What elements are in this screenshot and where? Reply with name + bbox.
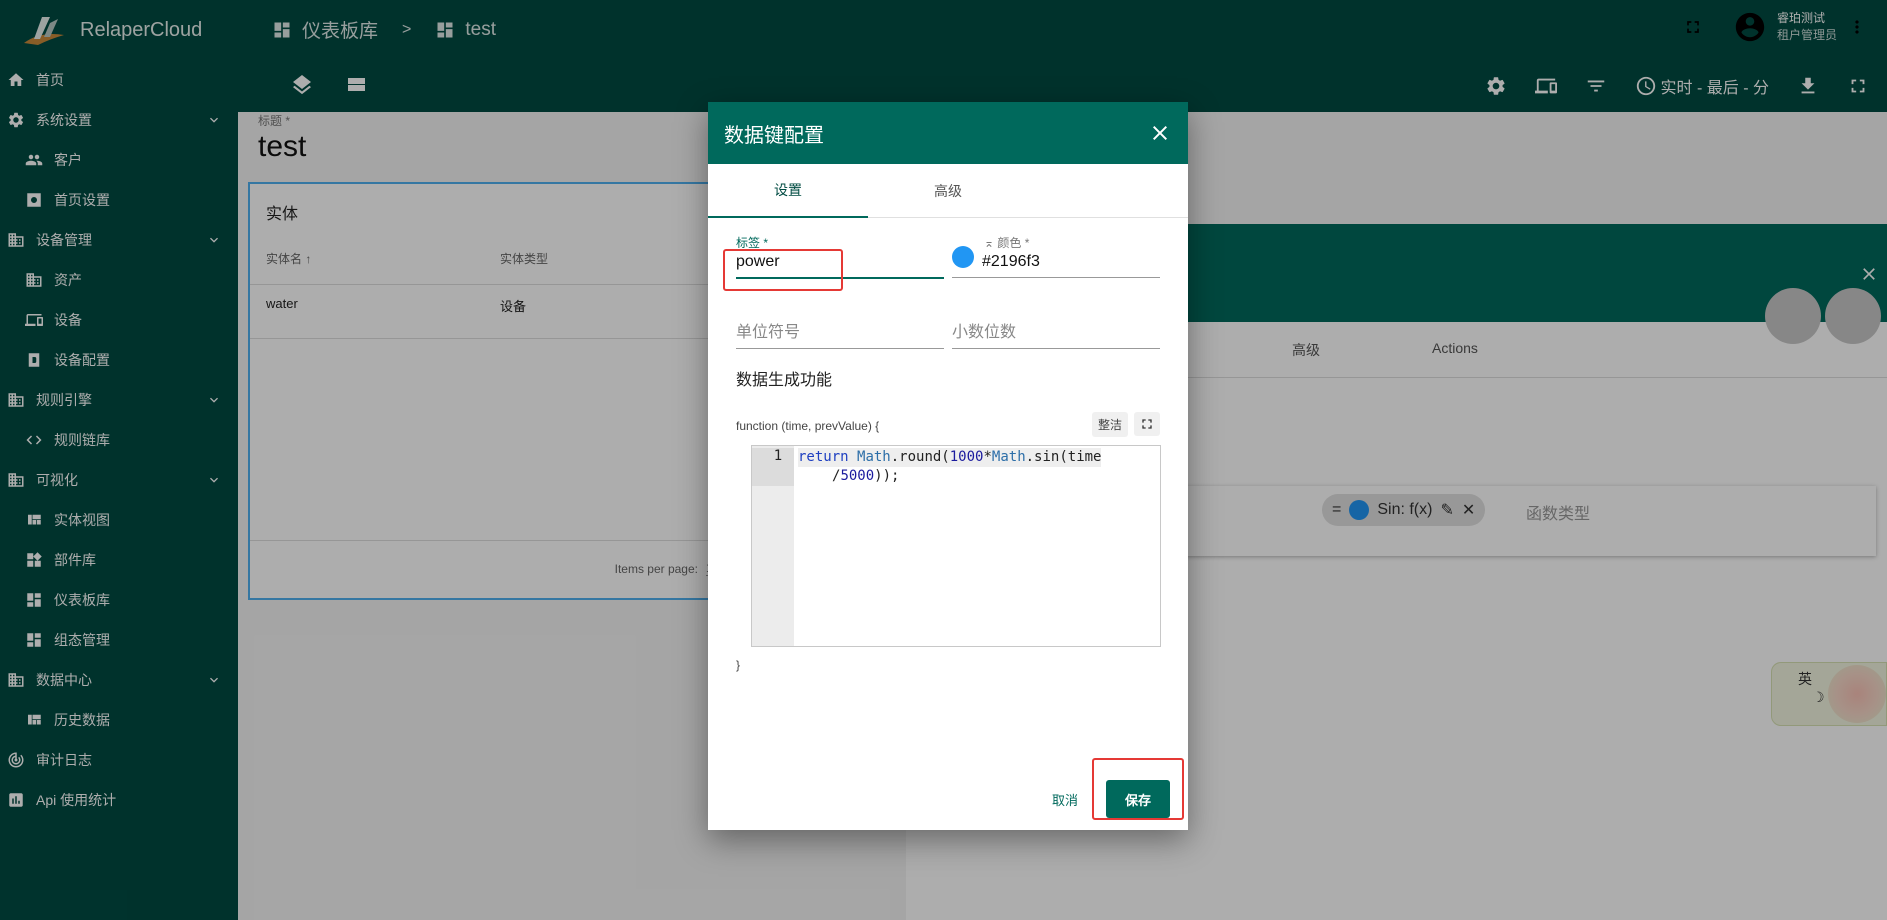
dialog-header: 数据键配置 (708, 102, 1188, 164)
fullscreen-icon (1142, 419, 1152, 429)
underline (952, 348, 1160, 349)
decimals-field[interactable]: 小数位数 (952, 318, 1160, 349)
code-keyword: return (798, 449, 849, 465)
code-token: )); (874, 468, 900, 484)
save-button-wrap: 保存 (1092, 758, 1184, 828)
code-token: Math (991, 449, 1026, 465)
tab-advanced[interactable]: 高级 (868, 164, 1028, 218)
color-label-text: 颜色 * (997, 236, 1030, 250)
code-token: .sin(time (1025, 449, 1102, 465)
code-number: 5000 (840, 468, 875, 484)
underline (952, 277, 1160, 278)
dialog-tabs: 设置 高级 (708, 164, 1188, 218)
format-color-icon: ⌅ (984, 236, 995, 250)
section-title: 数据生成功能 (736, 372, 833, 389)
code-line-1: return Math.round(1000*Math.sin(time (798, 448, 1102, 467)
code-token: * (983, 449, 992, 465)
tidy-button[interactable]: 整洁 (1091, 412, 1128, 437)
unit-field[interactable]: 单位符号 (736, 318, 944, 349)
editor-tools: 整洁 (1091, 412, 1160, 437)
code-content[interactable]: return Math.round(1000*Math.sin(time /50… (798, 448, 1102, 486)
color-field-label: ⌅ 颜色 * (952, 234, 1160, 251)
color-swatch[interactable] (952, 246, 974, 268)
highlight-box (1092, 758, 1184, 820)
code-token: .round( (890, 449, 950, 465)
function-end: } (736, 658, 741, 672)
decimals-input[interactable]: 小数位数 (952, 318, 1160, 342)
code-token: Math (857, 449, 891, 465)
code-number: 1000 (949, 449, 984, 465)
cancel-button[interactable]: 取消 (1052, 790, 1078, 809)
unit-input[interactable]: 单位符号 (736, 318, 944, 342)
dialog-actions: 取消 保存 (1052, 758, 1184, 830)
underline (736, 348, 944, 349)
line-number: 1 (752, 448, 794, 486)
fullscreen-button[interactable] (1134, 412, 1160, 436)
function-signature: function (time, prevValue) { (736, 419, 880, 433)
tab-settings[interactable]: 设置 (708, 164, 868, 218)
close-icon[interactable] (1148, 121, 1172, 145)
code-editor[interactable]: 1 return Math.round(1000*Math.sin(time /… (751, 445, 1161, 647)
code-line-1-wrap: /5000)); (798, 467, 1101, 486)
data-key-config-dialog: 数据键配置 设置 高级 标签 * power ⌅ 颜色 * #2196f3 单位… (708, 102, 1188, 830)
color-input[interactable]: #2196f3 (952, 253, 1160, 271)
highlight-box (723, 249, 843, 291)
dialog-title: 数据键配置 (724, 124, 824, 147)
color-field[interactable]: ⌅ 颜色 * #2196f3 (952, 234, 1160, 278)
